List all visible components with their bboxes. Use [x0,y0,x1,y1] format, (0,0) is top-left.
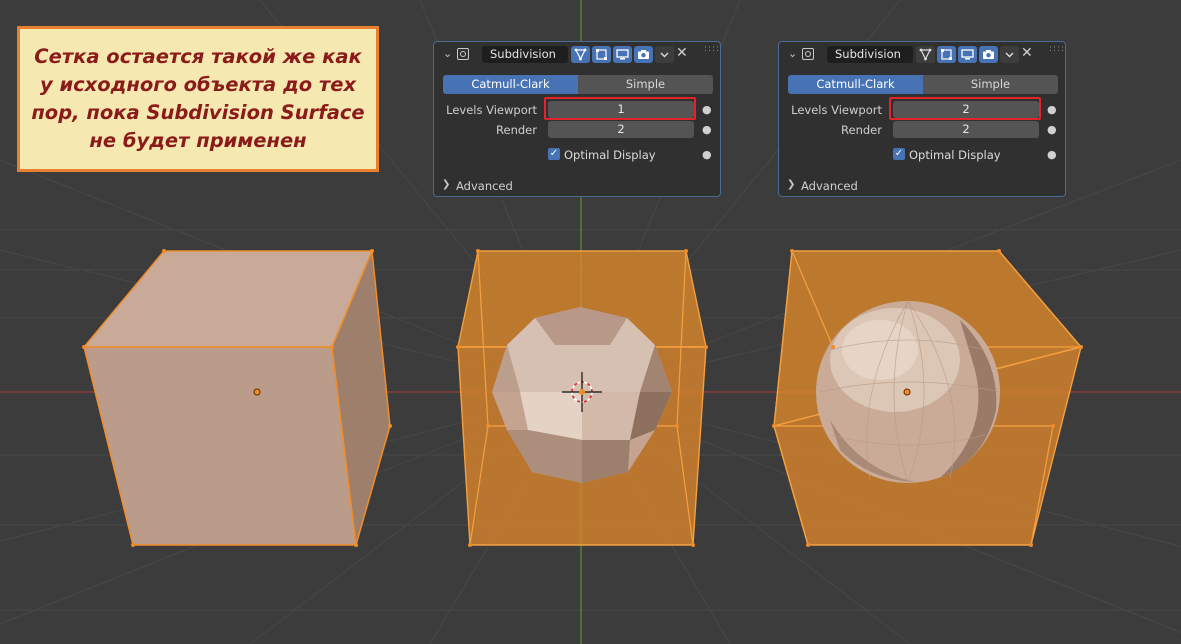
drag-grip-icon[interactable]: :::: [704,44,720,54]
optimal-display-label: Optimal Display [909,148,1001,162]
simple-button[interactable]: Simple [578,75,713,94]
keyframe-dot-icon[interactable]: ● [1047,103,1057,116]
modifier-name-field[interactable]: Subdivision [482,46,568,63]
drag-grip-icon[interactable]: :::: [1049,44,1065,54]
optimal-display-row: ✓ Optimal Display ● [779,146,1065,164]
chevron-down-icon[interactable] [655,46,674,63]
cube-object-left[interactable] [82,249,392,547]
annotation-note: Сетка остается такой же как у исходного … [17,26,379,172]
advanced-subpanel-toggle[interactable]: ❯ Advanced [442,179,513,193]
render-levels-row: Render 2 ● [779,121,1065,139]
render-camera-icon[interactable] [979,46,998,63]
chevron-down-icon[interactable]: ⌄ [443,47,452,60]
simple-button[interactable]: Simple [923,75,1058,94]
chevron-down-icon[interactable]: ⌄ [788,47,797,60]
subdivision-modifier-panel-2: ⌄ Subdivision ✕ :::: Catmull-Clark Simpl… [778,41,1066,197]
modifier-name-field[interactable]: Subdivision [827,46,913,63]
panel-header: ⌄ Subdivision ✕ :::: [434,42,720,68]
keyframe-dot-icon[interactable]: ● [702,148,712,161]
annotation-text: Сетка остается такой же как у исходного … [31,45,365,152]
on-cage-icon[interactable] [571,46,590,63]
optimal-display-checkbox[interactable]: ✓ [893,148,905,160]
viewport-display-icon[interactable] [958,46,977,63]
on-cage-icon[interactable] [916,46,935,63]
keyframe-dot-icon[interactable]: ● [1047,148,1057,161]
optimal-display-checkbox[interactable]: ✓ [548,148,560,160]
render-levels-row: Render 2 ● [434,121,720,139]
subdivision-level-1-object[interactable] [456,249,708,547]
subdivision-type-toggle: Catmull-Clark Simple [788,75,1058,94]
panel-header: ⌄ Subdivision ✕ :::: [779,42,1065,68]
render-levels-field[interactable]: 2 [548,121,694,138]
chevron-down-icon[interactable] [1000,46,1019,63]
subdivision-level-2-object[interactable] [772,249,1083,547]
keyframe-dot-icon[interactable]: ● [1047,123,1057,136]
close-icon[interactable]: ✕ [1021,45,1033,61]
object-origin [903,388,911,396]
levels-viewport-row: Levels Viewport 2 ● [779,97,1065,120]
render-levels-field[interactable]: 2 [893,121,1039,138]
keyframe-dot-icon[interactable]: ● [702,103,712,116]
levels-viewport-row: Levels Viewport 1 ● [434,97,720,120]
optimal-display-label: Optimal Display [564,148,656,162]
close-icon[interactable]: ✕ [676,45,688,61]
edit-mode-icon[interactable] [592,46,611,63]
levels-viewport-label: Levels Viewport [446,103,537,117]
subdivision-modifier-panel-1: ⌄ Subdivision ✕ :::: Catmull-Clark Simpl… [433,41,721,197]
render-label: Render [841,123,882,137]
render-label: Render [496,123,537,137]
subdivision-type-toggle: Catmull-Clark Simple [443,75,713,94]
viewport-display-icon[interactable] [613,46,632,63]
render-camera-icon[interactable] [634,46,653,63]
subdivision-modifier-icon [457,48,469,60]
chevron-right-icon: ❯ [787,179,796,190]
advanced-label: Advanced [801,179,858,193]
edit-mode-icon[interactable] [937,46,956,63]
highlight-box [544,97,696,120]
levels-viewport-label: Levels Viewport [791,103,882,117]
keyframe-dot-icon[interactable]: ● [702,123,712,136]
advanced-subpanel-toggle[interactable]: ❯ Advanced [787,179,858,193]
catmull-clark-button[interactable]: Catmull-Clark [788,75,923,94]
object-origin [253,388,261,396]
advanced-label: Advanced [456,179,513,193]
optimal-display-row: ✓ Optimal Display ● [434,146,720,164]
subdivision-modifier-icon [802,48,814,60]
chevron-right-icon: ❯ [442,179,451,190]
highlight-box [889,97,1041,120]
catmull-clark-button[interactable]: Catmull-Clark [443,75,578,94]
